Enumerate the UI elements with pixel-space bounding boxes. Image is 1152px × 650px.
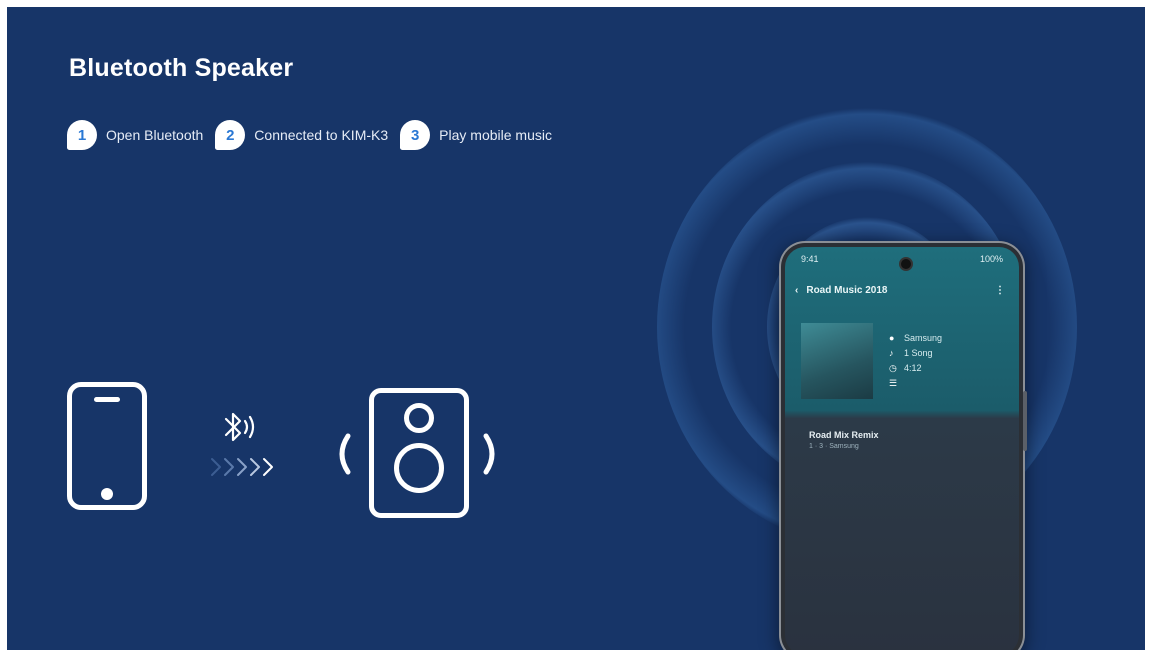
meta-list: ☰ (889, 376, 942, 391)
note-icon: ♪ (889, 348, 894, 358)
step-1: 1 Open Bluetooth (67, 120, 203, 150)
phone-screen: 9:41 100% ‹ Road Music 2018 ⋮ ● Samsung ♪… (785, 247, 1019, 650)
meta-songs: ♪ 1 Song (889, 346, 942, 361)
connection-illustration (65, 380, 515, 520)
track-title[interactable]: Road Mix Remix (809, 430, 879, 440)
phone-home-button (101, 488, 113, 500)
chevrons-right-icon (211, 458, 273, 476)
more-options-icon[interactable]: ⋮ (995, 285, 1005, 296)
volume-button (1023, 391, 1027, 451)
album-art (801, 323, 873, 399)
step-number-badge: 3 (400, 120, 431, 150)
phone-speaker-slot (94, 397, 120, 402)
status-battery: 100% (979, 254, 1003, 264)
step-number-badge: 2 (215, 120, 246, 150)
meta-duration: ◷ 4:12 (889, 361, 942, 376)
step-number-badge: 1 (67, 120, 97, 150)
back-arrow-icon[interactable]: ‹ (795, 285, 798, 296)
bluetooth-signal-icon (224, 412, 255, 442)
step-3: 3 Play mobile music (400, 120, 552, 150)
clock-icon: ◷ (889, 363, 897, 373)
smartphone-mockup: 9:41 100% ‹ Road Music 2018 ⋮ ● Samsung ♪… (779, 241, 1027, 650)
app-header: ‹ Road Music 2018 ⋮ (795, 285, 1005, 296)
sound-wave-right-icon (483, 433, 495, 475)
album-title: Road Music 2018 (806, 285, 888, 296)
front-camera (899, 257, 913, 271)
meta-text: 1 Song (904, 348, 933, 358)
meta-artist: ● Samsung (889, 331, 942, 346)
track-subtitle: 1 · 3 · Samsung (809, 443, 859, 450)
album-meta: ● Samsung ♪ 1 Song ◷ 4:12 ☰ (889, 331, 942, 391)
speaker-tweeter (404, 403, 434, 433)
page-title: Bluetooth Speaker (69, 54, 294, 82)
sound-wave-left-icon (339, 433, 351, 475)
meta-text: 4:12 (904, 363, 922, 373)
step-label: Play mobile music (439, 127, 552, 143)
hero-banner: Bluetooth Speaker 1 Open Bluetooth 2 Con… (7, 7, 1145, 650)
steps-row: 1 Open Bluetooth 2 Connected to KIM-K3 3… (67, 120, 564, 150)
status-time: 9:41 (801, 254, 819, 264)
smartphone-icon (67, 382, 147, 510)
meta-text: Samsung (904, 333, 943, 343)
list-icon[interactable]: ☰ (889, 376, 899, 391)
step-2: 2 Connected to KIM-K3 (215, 120, 388, 150)
person-icon: ● (889, 333, 895, 343)
speaker-woofer (394, 443, 444, 493)
step-label: Open Bluetooth (106, 127, 204, 143)
speaker-icon (369, 388, 469, 518)
step-label: Connected to KIM-K3 (254, 127, 389, 143)
